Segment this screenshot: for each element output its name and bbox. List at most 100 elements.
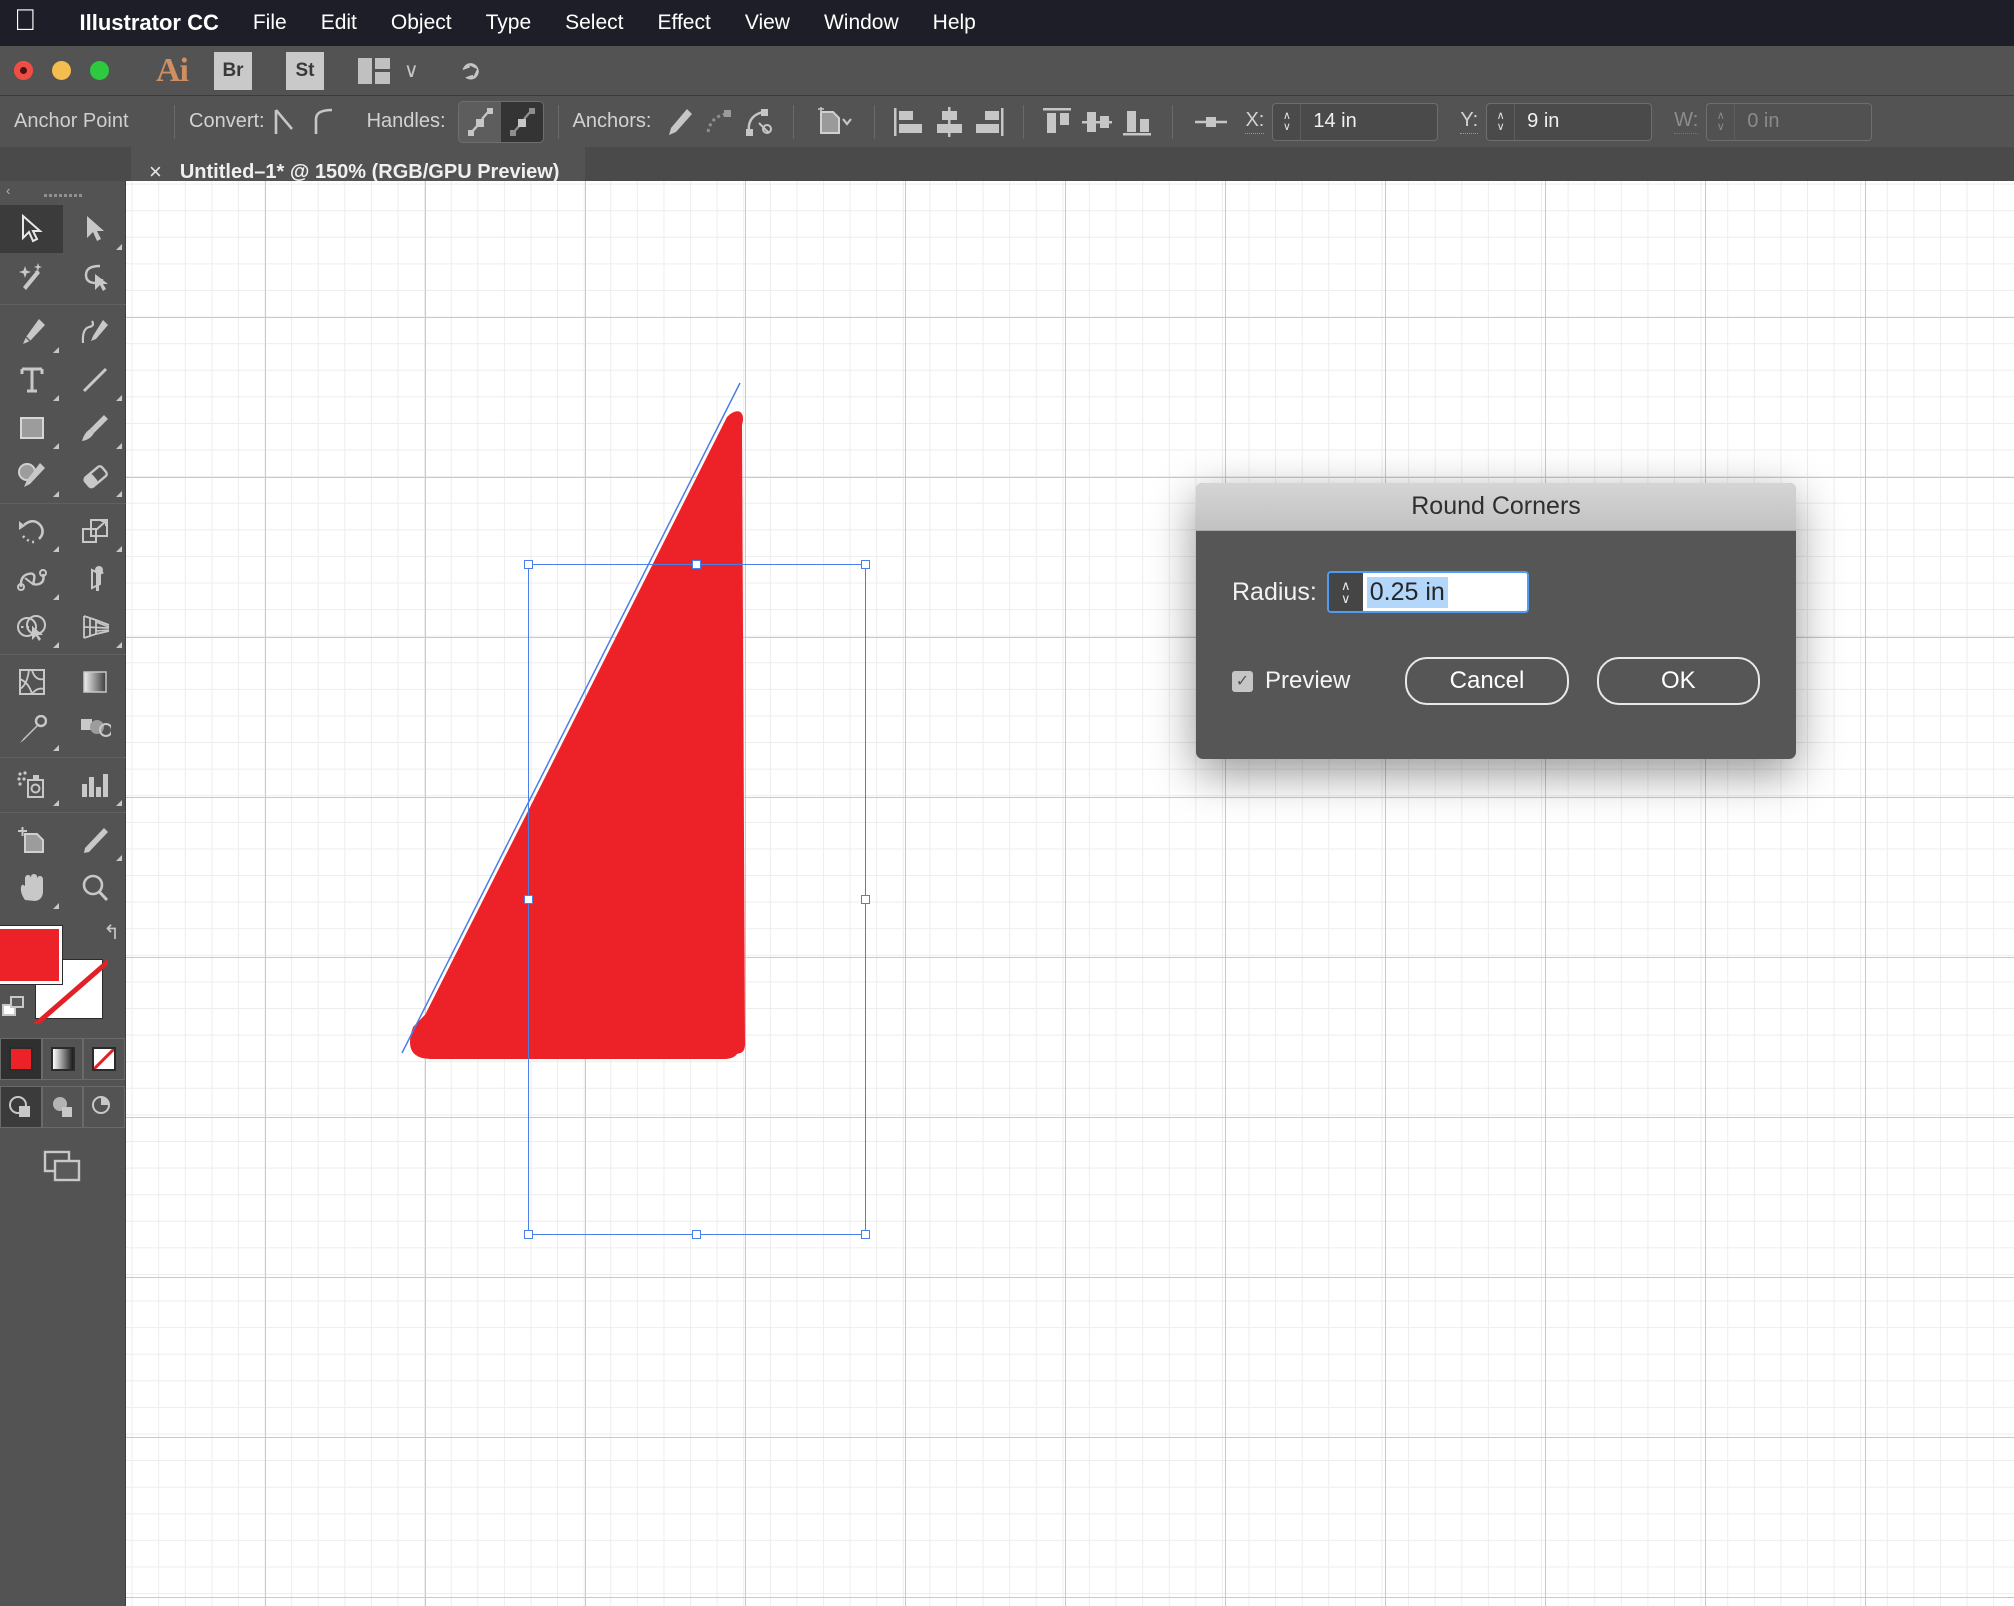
remove-anchor-pen-icon[interactable] (659, 102, 699, 142)
menu-item-select[interactable]: Select (548, 11, 640, 35)
isolate-selected-object-icon[interactable] (808, 102, 860, 142)
zoom-tool[interactable] (63, 864, 126, 912)
window-minimize-button[interactable] (52, 61, 71, 80)
lasso-tool[interactable] (63, 253, 126, 301)
cut-path-icon[interactable] (739, 102, 779, 142)
stepper-down-glyph: ∨ (1282, 120, 1291, 133)
handle-top-right[interactable] (861, 560, 870, 569)
y-coordinate-field[interactable]: Y: ∧ ∨ 9 in (1460, 102, 1653, 141)
slice-tool[interactable] (63, 816, 126, 864)
y-stepper[interactable]: ∧ ∨ (1486, 102, 1515, 141)
x-stepper[interactable]: ∧ ∨ (1272, 102, 1301, 141)
direct-selection-tool[interactable] (63, 205, 126, 253)
align-middle-vertical-icon[interactable] (1078, 102, 1118, 142)
handle-middle-right[interactable] (861, 894, 870, 904)
window-close-button[interactable] (14, 61, 33, 80)
ok-button[interactable]: OK (1596, 657, 1760, 705)
mesh-tool[interactable] (0, 658, 63, 706)
draw-normal-icon[interactable] (0, 1086, 42, 1128)
artboard-tool[interactable] (0, 816, 63, 864)
width-tool[interactable] (0, 555, 63, 603)
symbol-sprayer-tool[interactable] (0, 761, 63, 809)
gradient-tool[interactable] (63, 658, 126, 706)
rotate-tool[interactable] (0, 507, 63, 555)
perspective-grid-tool[interactable] (63, 603, 126, 651)
color-button[interactable] (0, 1038, 42, 1080)
screen-mode-icon[interactable] (34, 1142, 92, 1190)
gradient-button[interactable] (41, 1038, 84, 1080)
preview-checkbox-wrap[interactable]: ✓ Preview (1232, 667, 1350, 695)
bridge-button[interactable]: Br (214, 51, 252, 90)
column-graph-tool[interactable] (63, 761, 126, 809)
align-right-icon[interactable] (969, 102, 1009, 142)
w-stepper: ∧ ∨ (1706, 102, 1735, 141)
preview-checkbox[interactable]: ✓ (1232, 670, 1253, 692)
control-context-label: Anchor Point (14, 110, 129, 132)
apple-logo-icon[interactable]:  (14, 6, 37, 36)
shape-builder-tool[interactable] (0, 603, 63, 651)
align-bottom-icon[interactable] (1118, 102, 1158, 142)
selection-tool[interactable] (0, 205, 63, 253)
handle-top-center[interactable] (692, 560, 701, 569)
scale-tool[interactable] (63, 507, 126, 555)
magic-wand-tool[interactable] (0, 253, 63, 301)
radius-input[interactable]: 0.25 in (1362, 573, 1527, 611)
menu-item-edit[interactable]: Edit (304, 11, 374, 35)
fill-swatch[interactable] (0, 926, 62, 984)
menu-item-file[interactable]: File (236, 11, 304, 35)
cancel-button[interactable]: Cancel (1405, 657, 1569, 705)
shaper-pencil-tool[interactable] (0, 452, 63, 500)
show-handles-icon[interactable] (459, 102, 501, 142)
free-transform-tool[interactable] (63, 555, 126, 603)
type-tool[interactable] (0, 356, 63, 404)
draw-inside-icon[interactable] (83, 1086, 126, 1128)
draw-behind-icon[interactable] (41, 1086, 84, 1128)
align-left-icon[interactable] (889, 102, 929, 142)
menu-item-illustrator-cc[interactable]: Illustrator CC (63, 10, 236, 36)
handle-bottom-right[interactable] (861, 1230, 870, 1239)
y-input[interactable]: 9 in (1514, 102, 1653, 141)
convert-to-corner-icon[interactable] (265, 102, 305, 142)
connect-anchors-icon[interactable] (699, 102, 739, 142)
menu-item-object[interactable]: Object (374, 11, 469, 35)
collapse-panel-icon[interactable]: ‹ (6, 183, 10, 198)
eraser-tool[interactable] (63, 452, 126, 500)
handle-top-left[interactable] (524, 560, 533, 569)
panel-grip[interactable] (0, 181, 125, 205)
paintbrush-tool[interactable] (63, 404, 126, 452)
handle-bottom-left[interactable] (524, 1230, 533, 1239)
handle-middle-left[interactable] (524, 894, 533, 904)
eyedropper-tool[interactable] (0, 706, 63, 754)
menu-item-view[interactable]: View (728, 11, 807, 35)
window-zoom-button[interactable] (90, 61, 109, 80)
menu-item-help[interactable]: Help (916, 11, 993, 35)
hide-handles-icon[interactable] (500, 101, 543, 142)
hand-tool[interactable] (0, 864, 63, 912)
swap-fill-stroke-icon[interactable]: ↰ (103, 920, 120, 945)
line-segment-tool[interactable] (63, 356, 126, 404)
reference-point-icon[interactable] (1187, 102, 1235, 142)
blend-tool[interactable] (63, 706, 126, 754)
workspace-switcher[interactable]: ∨ (358, 57, 419, 84)
rocket-icon[interactable]: ➲ (454, 52, 486, 89)
pen-tool[interactable] (0, 308, 63, 356)
align-top-icon[interactable] (1038, 102, 1078, 142)
menu-item-effect[interactable]: Effect (641, 11, 728, 35)
x-coordinate-field[interactable]: X: ∧ ∨ 14 in (1245, 102, 1439, 141)
radius-stepper[interactable]: ∧ ∨ (1328, 573, 1363, 611)
convert-to-smooth-icon[interactable] (305, 102, 345, 142)
menu-item-type[interactable]: Type (469, 11, 549, 35)
x-input[interactable]: 14 in (1300, 102, 1439, 141)
rectangle-tool[interactable] (0, 404, 63, 452)
curvature-tool[interactable] (63, 308, 126, 356)
stock-button[interactable]: St (286, 51, 324, 90)
none-button[interactable] (83, 1038, 126, 1080)
width-field: W: ∧ ∨ 0 in (1674, 102, 1873, 141)
handle-bottom-center[interactable] (692, 1230, 701, 1239)
artboard-canvas[interactable] (126, 181, 2014, 1606)
radius-field[interactable]: ∧ ∨ 0.25 in (1326, 571, 1529, 613)
selection-bounding-box[interactable] (524, 560, 870, 1239)
divider (793, 104, 795, 139)
align-center-horizontal-icon[interactable] (929, 102, 969, 142)
menu-item-window[interactable]: Window (807, 11, 916, 35)
